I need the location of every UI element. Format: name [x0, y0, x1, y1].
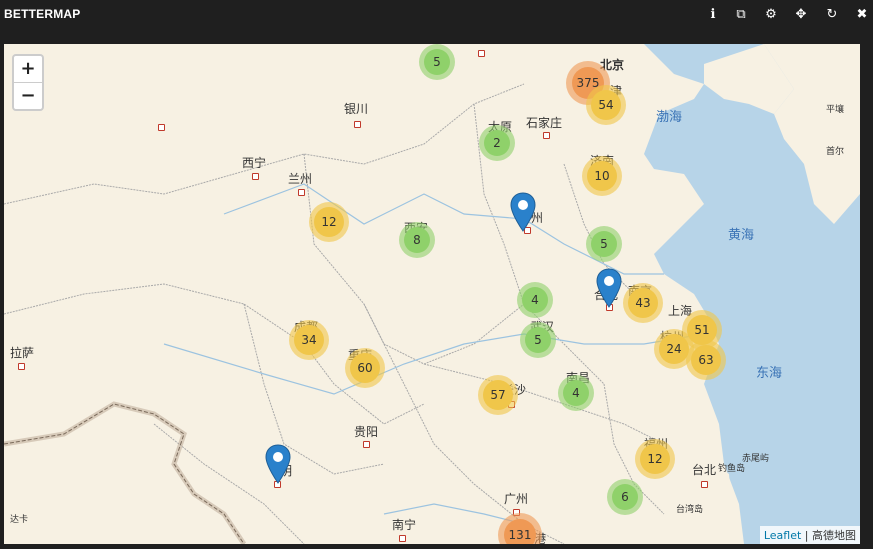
marker-cluster[interactable]: 4 [558, 375, 594, 411]
marker-cluster[interactable]: 12 [309, 202, 349, 242]
map-label: 钓鱼岛 [718, 464, 746, 474]
close-icon[interactable]: ✖ [853, 6, 871, 24]
marker-cluster[interactable]: 5 [520, 322, 556, 358]
marker-cluster[interactable]: 2 [479, 125, 515, 161]
city-dot [363, 441, 370, 448]
marker-cluster[interactable]: 10 [582, 156, 622, 196]
attribution-separator: | [801, 529, 812, 542]
gear-icon[interactable]: ⚙ [762, 6, 780, 24]
city-dot [478, 50, 485, 57]
marker-cluster[interactable]: 5 [586, 226, 622, 262]
marker-cluster[interactable]: 4 [517, 282, 553, 318]
city-dot [543, 132, 550, 139]
map-label: 广州 [504, 492, 529, 506]
marker-cluster[interactable]: 12 [635, 439, 675, 479]
map-label: 平壤 [826, 105, 845, 115]
map-label: 台湾岛 [676, 505, 704, 515]
info-icon[interactable]: ℹ [704, 6, 722, 24]
map-marker-pin[interactable] [265, 444, 291, 484]
marker-cluster[interactable]: 5 [419, 44, 455, 80]
marker-cluster[interactable]: 60 [345, 348, 385, 388]
leaflet-link[interactable]: Leaflet [764, 529, 801, 542]
map-label: 西宁 [242, 156, 267, 170]
map-label: 贵阳 [354, 425, 379, 439]
map-label: 达卡 [10, 515, 29, 525]
city-dot [399, 535, 406, 542]
city-dot [354, 121, 361, 128]
marker-cluster[interactable]: 63 [686, 340, 726, 380]
city-dot [18, 363, 25, 370]
map-attribution: Leaflet | 高德地图 [759, 526, 860, 544]
marker-cluster[interactable]: 57 [478, 375, 518, 415]
sea-label: 东海 [756, 366, 783, 381]
move-icon[interactable]: ✥ [792, 6, 810, 24]
attribution-text: 高德地图 [812, 529, 856, 542]
city-dot [252, 173, 259, 180]
city-dot [701, 481, 708, 488]
sea-label: 渤海 [656, 110, 683, 125]
map-label: 银川 [344, 102, 369, 116]
map-label: 石家庄 [526, 116, 563, 130]
panel-title: BETTERMAP [4, 7, 81, 21]
map-label: 南宁 [392, 518, 417, 532]
duplicate-icon[interactable]: ⧉ [732, 6, 750, 24]
marker-cluster[interactable]: 54 [586, 85, 626, 125]
sea-label: 黄海 [728, 228, 755, 243]
map-view[interactable]: + − 北京 津 渤海 太原 石家庄 银川 西宁 兰州 济南 西安 州 黄海 南… [4, 44, 860, 544]
marker-cluster[interactable]: 6 [607, 479, 643, 515]
city-dot [298, 189, 305, 196]
map-label: 台北 [692, 463, 717, 477]
map-label: 拉萨 [10, 346, 35, 360]
map-label: 兰州 [288, 172, 313, 186]
zoom-out-button[interactable]: − [14, 83, 42, 109]
panel-header: BETTERMAP ℹ ⧉ ⚙ ✥ ↻ ✖ [0, 0, 873, 30]
zoom-control: + − [12, 54, 44, 111]
marker-cluster[interactable]: 34 [289, 320, 329, 360]
marker-cluster[interactable]: 43 [623, 283, 663, 323]
map-marker-pin[interactable] [510, 192, 536, 232]
map-marker-pin[interactable] [596, 268, 622, 308]
map-label: 赤尾屿 [742, 454, 770, 464]
map-label: 首尔 [826, 147, 845, 157]
refresh-icon[interactable]: ↻ [823, 6, 841, 24]
zoom-in-button[interactable]: + [14, 56, 42, 83]
marker-cluster[interactable]: 8 [399, 222, 435, 258]
city-dot [158, 124, 165, 131]
